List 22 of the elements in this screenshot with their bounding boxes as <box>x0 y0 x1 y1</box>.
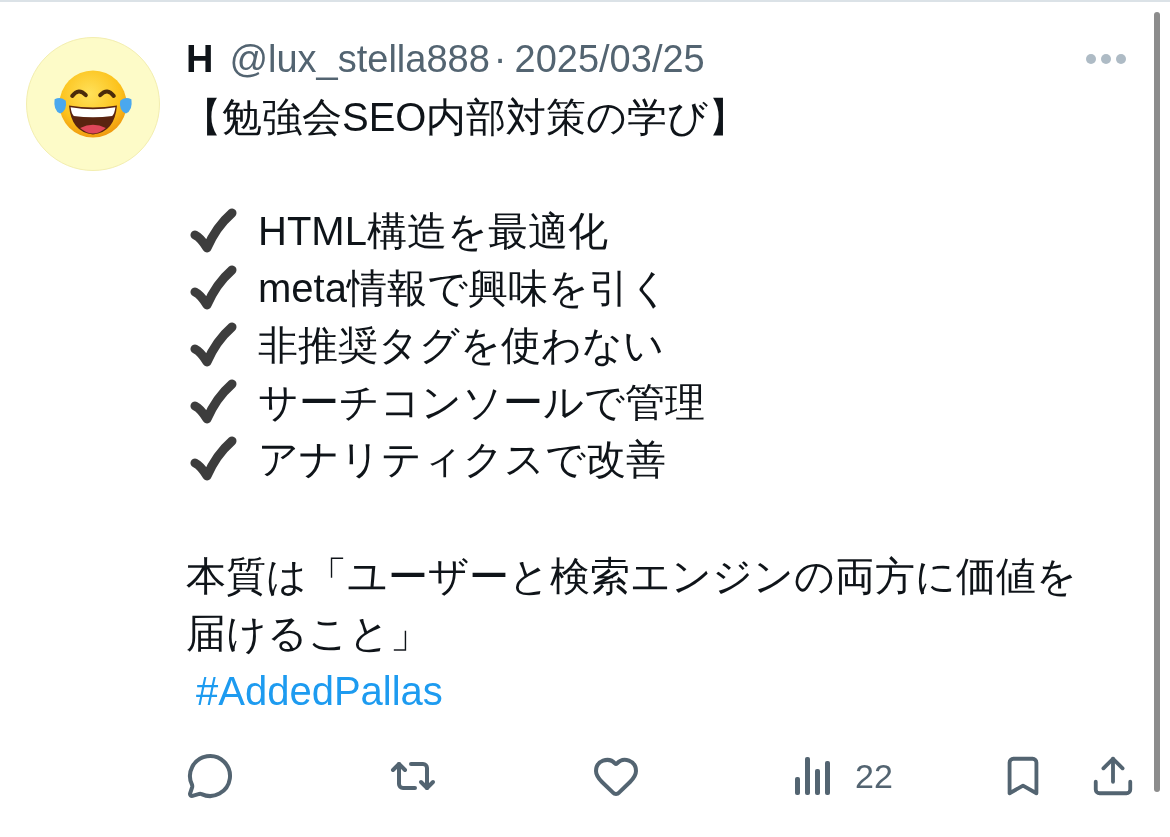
checklist-item: meta情報で興味を引く <box>258 264 670 312</box>
check-icon <box>189 435 237 482</box>
checklist-item: アナリティクスで改善 <box>258 435 666 483</box>
views-button[interactable]: 22 <box>795 750 893 802</box>
reply-button[interactable] <box>186 752 234 800</box>
separator: · <box>493 36 507 82</box>
post-date[interactable]: 2025/03/25 <box>514 30 705 88</box>
more-icon <box>1086 54 1126 64</box>
scrollbar[interactable] <box>1154 12 1160 792</box>
check-icon <box>189 321 237 368</box>
speech-bubble-icon <box>186 752 234 800</box>
checklist-item: 非推奨タグを使わない <box>258 321 664 369</box>
checklist-item: HTML構造を最適化 <box>258 207 608 255</box>
check-icon <box>189 378 237 425</box>
post-title: 【勉強会SEO内部対策の学び】 <box>182 93 749 141</box>
author-name[interactable]: H <box>186 30 214 88</box>
checklist-item: サーチコンソールで管理 <box>258 378 705 426</box>
bar-chart-icon <box>795 757 831 795</box>
check-icon <box>189 264 237 311</box>
author-handle[interactable]: @lux_stella888 <box>229 30 490 88</box>
check-icon <box>189 207 237 254</box>
post-text: 本質は「ユーザーと検索エンジンの両方に価値を届けること」 <box>186 553 1078 657</box>
